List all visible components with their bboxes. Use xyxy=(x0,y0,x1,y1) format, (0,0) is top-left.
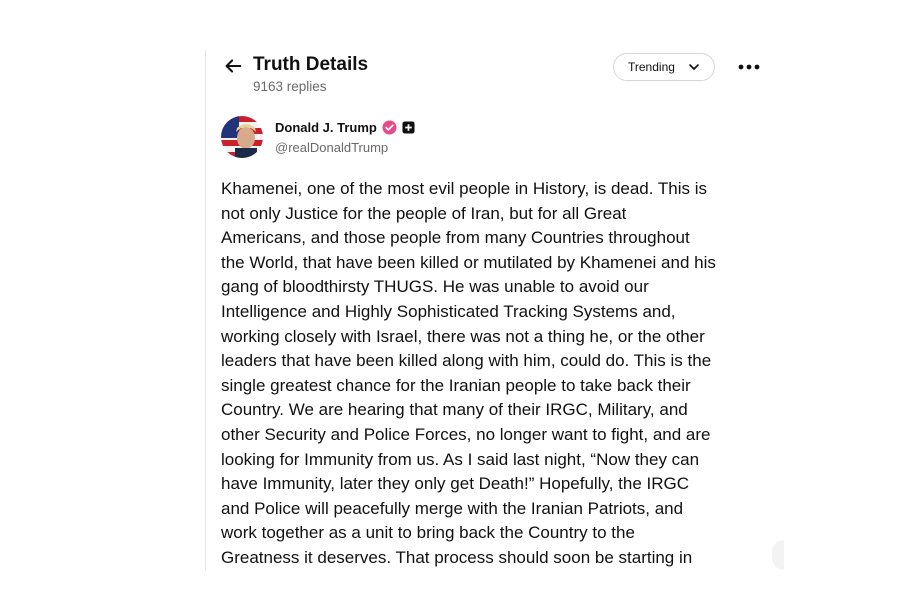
author-handle[interactable]: @realDonaldTrump xyxy=(275,140,388,155)
replies-count: 9163 replies xyxy=(253,79,327,94)
author-name[interactable]: Donald J. Trump xyxy=(275,120,377,135)
author-row: Donald J. Trump xyxy=(275,120,415,135)
page-title: Truth Details xyxy=(253,54,369,75)
sort-dropdown[interactable]: Trending xyxy=(613,53,715,81)
sort-label: Trending xyxy=(628,60,675,74)
avatar[interactable] xyxy=(221,116,263,158)
more-options-icon[interactable] xyxy=(737,60,761,74)
verified-badge-icon xyxy=(382,120,397,135)
plus-badge-icon xyxy=(402,121,415,134)
chevron-down-icon xyxy=(689,64,699,70)
avatar-image xyxy=(221,116,263,158)
post-body: Khamenei, one of the most evil people in… xyxy=(221,179,716,567)
back-arrow-icon[interactable] xyxy=(222,55,244,77)
left-divider xyxy=(205,50,206,570)
scroll-edge xyxy=(772,540,784,570)
